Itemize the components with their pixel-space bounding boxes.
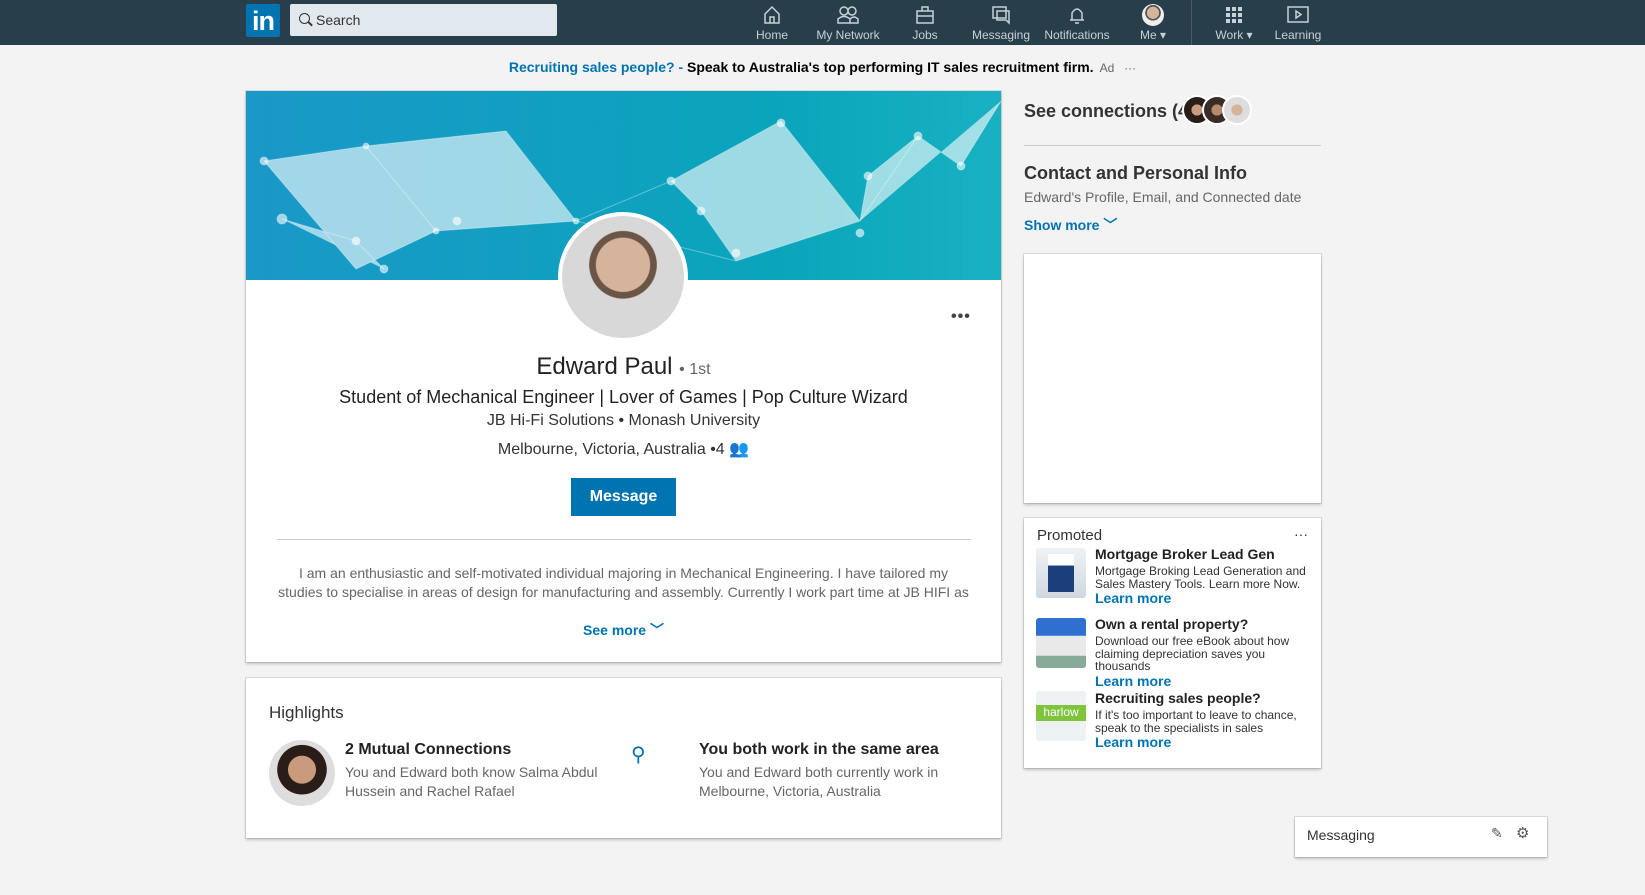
ad-placeholder: [1024, 254, 1321, 503]
contact-info-subtitle: Edward's Profile, Email, and Connected d…: [1024, 189, 1302, 205]
nav-label: Work ▾: [1215, 28, 1253, 42]
video-icon: [1260, 4, 1336, 26]
promoted-item-text: Mortgage Broking Lead Generation and Sal…: [1095, 564, 1306, 591]
same-area-title: You both work in the same area: [699, 741, 939, 758]
see-connections-link[interactable]: See connections (4): [1024, 101, 1194, 122]
promoted-title: Promoted: [1037, 527, 1103, 544]
messaging-bar[interactable]: Messaging ✎ ⚙: [1295, 817, 1547, 857]
profile-company[interactable]: JB Hi-Fi Solutions: [487, 412, 614, 429]
profile-summary: I am an enthusiastic and self-motivated …: [278, 565, 969, 600]
show-more-link[interactable]: Show more: [1024, 217, 1099, 233]
ad-text[interactable]: Speak to Australia's top performing IT s…: [687, 59, 1094, 75]
profile-location: Melbourne, Victoria, Australia: [497, 441, 706, 458]
nav-label: Home: [755, 28, 788, 42]
search-input[interactable]: Search: [290, 4, 557, 36]
learn-more-link[interactable]: Learn more: [1095, 734, 1171, 750]
divider: [277, 539, 971, 540]
nav-label: Messaging: [971, 28, 1031, 42]
home-icon: [734, 4, 810, 26]
ad-banner: Recruiting sales people? - Speak to Aust…: [0, 59, 1645, 75]
divider: [1024, 145, 1321, 146]
location-pin-icon: ⚲: [631, 744, 646, 766]
profile-school[interactable]: Monash University: [629, 412, 761, 429]
top-nav: in Search Home My Network Jobs Messaging…: [0, 0, 1645, 45]
ad-tag: Ad: [1099, 61, 1115, 75]
profile-headline: Student of Mechanical Engineer | Lover o…: [339, 387, 908, 407]
profile-card: ••• Edward Paul • 1st Student of Mechani…: [246, 91, 1002, 662]
nav-messaging[interactable]: Messaging: [963, 4, 1039, 42]
highlights-card: Highlights 2 Mutual Connections You and …: [246, 678, 1001, 838]
nav-label: My Network: [816, 28, 880, 42]
mutual-connection-avatar[interactable]: [269, 740, 335, 806]
connections-count[interactable]: •4: [710, 441, 725, 458]
chevron-down-icon: ﹀: [1103, 217, 1118, 233]
promoted-item-title[interactable]: Mortgage Broker Lead Gen: [1095, 546, 1275, 562]
nav-my-network[interactable]: My Network: [810, 4, 886, 42]
same-area-text: You and Edward both currently work in Me…: [699, 764, 939, 799]
promoted-item-text: If it's too important to leave to chance…: [1095, 708, 1297, 735]
chevron-down-icon: ﹀: [649, 622, 664, 638]
search-placeholder: Search: [316, 12, 361, 28]
nav-label: Me ▾: [1139, 28, 1167, 42]
ad-more-button[interactable]: ···: [1124, 61, 1136, 75]
linkedin-logo[interactable]: in: [246, 4, 280, 37]
people-icon: [810, 4, 886, 26]
ad-image-book[interactable]: [1036, 548, 1086, 598]
see-more-link[interactable]: See more: [583, 622, 646, 638]
nav-jobs[interactable]: Jobs: [887, 4, 963, 42]
highlights-title: Highlights: [269, 703, 344, 722]
people-icon: 👥: [729, 441, 750, 458]
promoted-item-title[interactable]: Own a rental property?: [1095, 616, 1248, 632]
nav-divider: [1191, 0, 1192, 45]
promoted-more-button[interactable]: ···: [1294, 526, 1308, 542]
ad-link[interactable]: Recruiting sales people? -: [509, 59, 683, 75]
ad-image-house[interactable]: [1036, 618, 1086, 668]
message-button[interactable]: Message: [571, 478, 676, 516]
search-icon: [299, 13, 310, 24]
compose-icon[interactable]: ✎: [1491, 825, 1503, 842]
contact-info-title: Contact and Personal Info: [1024, 163, 1248, 183]
briefcase-icon: [887, 4, 963, 26]
profile-photo[interactable]: [558, 212, 688, 342]
nav-label: Jobs: [912, 28, 938, 42]
mutual-connections-title[interactable]: 2 Mutual Connections: [345, 741, 511, 759]
learn-more-link[interactable]: Learn more: [1095, 590, 1171, 606]
nav-learning[interactable]: Learning: [1260, 4, 1336, 42]
connection-degree: • 1st: [679, 361, 711, 378]
harlow-logo[interactable]: harlow: [1036, 691, 1086, 741]
promoted-item-title[interactable]: Recruiting sales people?: [1095, 690, 1261, 706]
nav-notifications[interactable]: Notifications: [1039, 4, 1115, 42]
more-options-button[interactable]: •••: [951, 308, 971, 326]
avatar: [1222, 95, 1252, 125]
nav-label: Notifications: [1044, 28, 1110, 42]
bell-icon: [1039, 4, 1115, 26]
nav-me[interactable]: Me ▾: [1115, 4, 1191, 42]
nav-home[interactable]: Home: [734, 4, 810, 42]
avatar: [1142, 4, 1164, 26]
connection-avatars[interactable]: [1182, 95, 1252, 125]
nav-label: Learning: [1274, 28, 1322, 42]
profile-name: Edward Paul: [536, 353, 673, 380]
messaging-icon: [963, 4, 1039, 26]
promoted-item-text: Download our free eBook about how claimi…: [1095, 634, 1290, 673]
messaging-label: Messaging: [1307, 827, 1375, 843]
gear-icon[interactable]: ⚙: [1516, 824, 1529, 842]
promoted-card: Promoted ··· Mortgage Broker Lead Gen Mo…: [1024, 518, 1321, 768]
learn-more-link[interactable]: Learn more: [1095, 673, 1171, 689]
mutual-connections-text: You and Edward both know Salma Abdul Hus…: [345, 764, 598, 799]
